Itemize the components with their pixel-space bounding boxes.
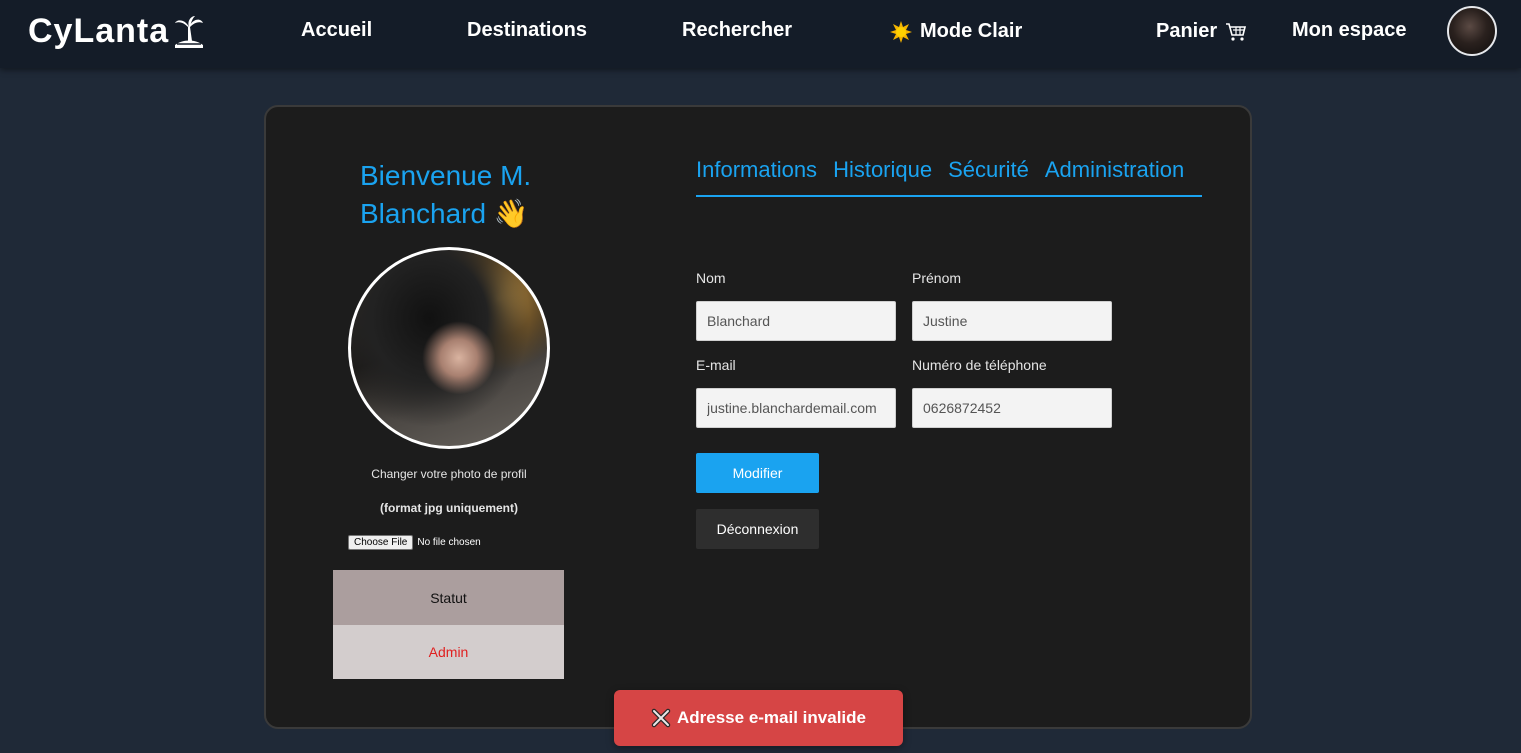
modify-button[interactable]: Modifier (696, 453, 819, 493)
nav-link-accueil[interactable]: Accueil (301, 19, 372, 42)
photo-file-input: Choose File No file chosen (348, 535, 481, 550)
phone-field[interactable] (912, 388, 1112, 428)
logo-text: CyLanta (28, 12, 170, 50)
nav-link-rechercher[interactable]: Rechercher (682, 19, 792, 42)
profile-tabs: Informations Historique Sécurité Adminis… (696, 157, 1202, 197)
status-header: Statut (333, 570, 564, 625)
palm-tree-icon (175, 15, 204, 48)
nav-link-destinations[interactable]: Destinations (467, 19, 587, 42)
file-status-text: No file chosen (417, 537, 481, 548)
toast-message: Adresse e-mail invalide (677, 708, 866, 727)
welcome-heading: Bienvenue M. Blanchard 👋 (360, 157, 580, 233)
tab-securite[interactable]: Sécurité (948, 157, 1029, 195)
email-field[interactable] (696, 388, 896, 428)
prenom-field[interactable] (912, 301, 1112, 341)
prenom-label: Prénom (912, 270, 962, 286)
theme-toggle[interactable]: Mode Clair (890, 20, 1022, 43)
nom-field[interactable] (696, 301, 896, 341)
cross-mark-icon (651, 708, 671, 728)
cart-label: Panier (1156, 20, 1218, 42)
choose-file-button[interactable]: Choose File (348, 535, 414, 550)
profile-card: Bienvenue M. Blanchard 👋 Changer votre p… (264, 105, 1252, 729)
sun-icon (890, 20, 912, 43)
top-navbar: CyLanta Accueil Destinations Rechercher … (0, 0, 1521, 68)
tab-historique[interactable]: Historique (833, 157, 932, 195)
nav-link-panier[interactable]: Panier (1156, 20, 1247, 43)
user-avatar[interactable] (1447, 6, 1497, 56)
tab-informations[interactable]: Informations (696, 157, 817, 195)
theme-toggle-label: Mode Clair (920, 20, 1023, 42)
photo-format-note: (format jpg uniquement) (380, 501, 518, 515)
waving-hand-icon: 👋 (493, 198, 529, 229)
site-logo[interactable]: CyLanta (28, 12, 205, 51)
logout-button[interactable]: Déconnexion (696, 509, 819, 549)
change-photo-label: Changer votre photo de profil (371, 467, 527, 481)
nom-label: Nom (696, 270, 726, 286)
shopping-cart-icon (1226, 22, 1247, 41)
tab-administration[interactable]: Administration (1045, 157, 1184, 195)
nav-link-mon-espace[interactable]: Mon espace (1292, 19, 1406, 42)
status-value: Admin (333, 625, 564, 679)
phone-label: Numéro de téléphone (912, 357, 1047, 373)
error-toast: Adresse e-mail invalide (614, 690, 903, 746)
profile-photo (348, 247, 550, 449)
email-label: E-mail (696, 357, 736, 373)
